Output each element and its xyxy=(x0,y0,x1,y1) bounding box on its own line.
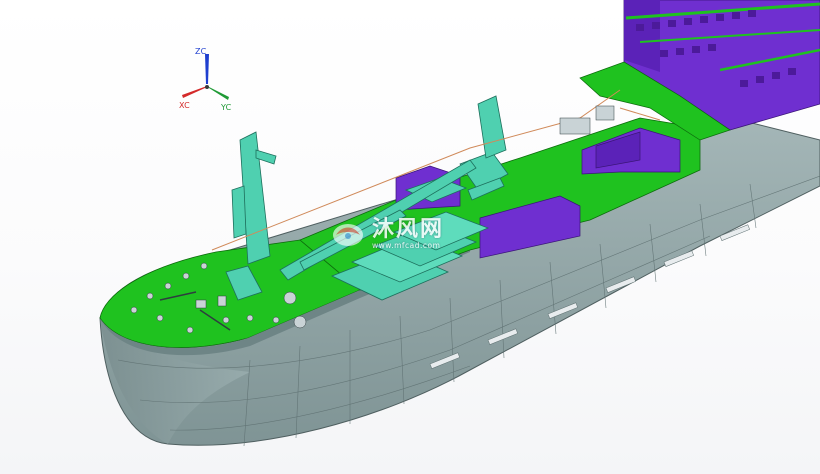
watermark: 沐风网 www.mfcad.com xyxy=(330,216,444,252)
watermark-url: www.mfcad.com xyxy=(372,240,441,250)
y-axis-label: YC xyxy=(221,103,232,112)
x-axis-label: XC xyxy=(179,101,190,110)
watermark-logo-icon xyxy=(333,224,363,246)
watermark-title: 沐风网 xyxy=(372,216,445,242)
superstructure-bridge[interactable] xyxy=(579,0,820,141)
x-axis-arrow xyxy=(182,86,207,98)
y-axis-arrow xyxy=(207,86,229,100)
z-axis-label: ZC xyxy=(195,47,207,56)
triad-origin xyxy=(205,85,209,89)
coordinate-triad[interactable]: ZC XC YC xyxy=(168,44,246,118)
cad-viewport[interactable]: ZC XC YC 沐风网 www.mfcad.com xyxy=(0,0,820,474)
watermark-text: 沐风网 www.mfcad.com xyxy=(372,216,445,250)
z-axis-arrow xyxy=(205,54,209,84)
